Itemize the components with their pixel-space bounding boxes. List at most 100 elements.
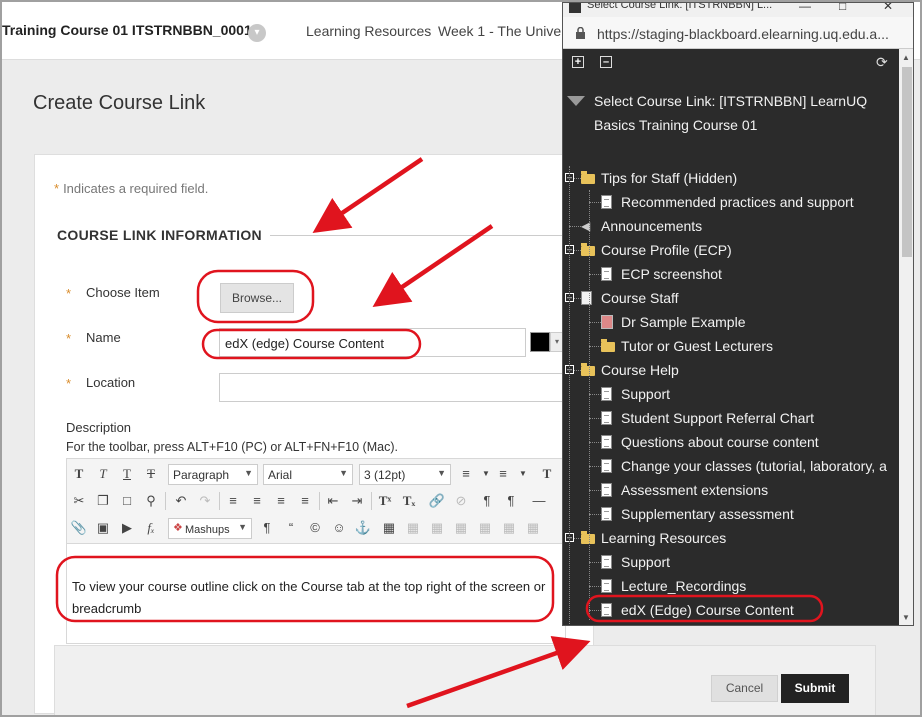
table-icon[interactable]: ▦: [379, 517, 399, 539]
ltr-icon[interactable]: ¶: [477, 490, 497, 512]
numbered-list-icon[interactable]: ≡: [493, 463, 513, 485]
cut-icon[interactable]: ✂: [69, 490, 89, 512]
align-center-icon[interactable]: ≡: [247, 490, 267, 512]
subscript-icon[interactable]: Tₓ: [399, 490, 419, 512]
folder-icon: [581, 243, 595, 256]
tree-item-label: Tips for Staff (Hidden): [601, 170, 738, 186]
tree-item-label: Announcements: [601, 218, 703, 234]
undo-icon[interactable]: ↶: [171, 490, 191, 512]
chevron-down-icon: ▼: [339, 468, 348, 478]
popup-url[interactable]: https://staging-blackboard.elearning.uq.…: [597, 26, 889, 42]
popup-address-bar: https://staging-blackboard.elearning.uq.…: [563, 17, 913, 49]
tree-item-label: Change your classes (tutorial, laborator…: [621, 458, 887, 474]
chevron-down-icon[interactable]: ▼: [513, 463, 533, 485]
copy-icon[interactable]: ❐: [93, 490, 113, 512]
redo-icon[interactable]: ↷: [195, 490, 215, 512]
mashups-label: Mashups: [185, 524, 230, 536]
toolbar-hint: For the toolbar, press ALT+F10 (PC) or A…: [66, 440, 398, 454]
document-icon: [601, 387, 612, 401]
tree-heading: Select Course Link: [ITSTRNBBN] LearnUQ …: [594, 93, 868, 133]
media-icon[interactable]: ▶: [117, 517, 137, 539]
document-icon: [601, 459, 612, 473]
tree-tools: + – ⟳: [563, 49, 899, 77]
maximize-icon[interactable]: □: [839, 3, 846, 13]
person-icon: [601, 315, 613, 329]
rtl-icon[interactable]: ¶: [501, 490, 521, 512]
emoticon-icon[interactable]: ☺: [329, 517, 349, 539]
breadcrumb-week-1[interactable]: Week 1 - The Univers: [438, 23, 573, 39]
minimize-icon[interactable]: —: [799, 3, 811, 13]
attach-icon[interactable]: 📎: [69, 517, 89, 539]
tree-item-label: Course Help: [601, 362, 679, 378]
refresh-icon[interactable]: ⟳: [876, 54, 888, 71]
location-input[interactable]: [219, 373, 564, 402]
formula-icon[interactable]: fₓ: [141, 517, 161, 539]
table-row-icon[interactable]: ▦: [403, 517, 423, 539]
align-left-icon[interactable]: ≡: [223, 490, 243, 512]
collapse-triangle-icon[interactable]: [567, 96, 585, 106]
close-icon[interactable]: ✕: [883, 3, 893, 13]
format-select-value: Paragraph: [173, 468, 230, 482]
course-title[interactable]: Training Course 01 ITSTRNBBN_0001: [2, 22, 252, 38]
indent-icon[interactable]: ⇥: [347, 490, 367, 512]
table-cell-icon[interactable]: ▦: [451, 517, 471, 539]
table-merge-icon[interactable]: ▦: [475, 517, 495, 539]
popup-scrollbar[interactable]: ▲ ▼: [899, 49, 913, 625]
paragraph-mark-icon[interactable]: ¶: [257, 517, 277, 539]
location-label: Location: [86, 375, 136, 390]
required-star-icon: *: [66, 331, 72, 346]
expand-all-icon[interactable]: +: [572, 56, 584, 68]
cancel-button[interactable]: Cancel: [711, 675, 778, 702]
bullet-list-icon[interactable]: ≡: [456, 463, 476, 485]
blockquote-icon[interactable]: “: [281, 517, 301, 539]
bold-icon[interactable]: T: [69, 463, 89, 485]
search-icon[interactable]: ⚲: [141, 490, 161, 512]
text-color-swatch[interactable]: [530, 332, 550, 352]
scroll-down-icon[interactable]: ▼: [902, 613, 910, 622]
required-note: * Indicates a required field.: [54, 181, 208, 196]
name-input[interactable]: edX (edge) Course Content: [219, 328, 526, 357]
unlink-icon[interactable]: ⊘: [451, 490, 471, 512]
text-format-icon[interactable]: T: [537, 463, 557, 485]
copyright-icon[interactable]: ©: [305, 517, 325, 539]
submit-button[interactable]: Submit: [781, 674, 849, 703]
image-icon[interactable]: ▣: [93, 517, 113, 539]
size-select[interactable]: 3 (12pt) ▼: [359, 464, 451, 485]
table-delete-icon[interactable]: ▦: [523, 517, 543, 539]
tree-connector: [569, 226, 581, 227]
tree-item-label: Supplementary assessment: [621, 506, 794, 522]
strikethrough-icon[interactable]: T: [141, 463, 161, 485]
font-select[interactable]: Arial ▼: [263, 464, 353, 485]
breadcrumb-learning-resources[interactable]: Learning Resources: [306, 23, 431, 39]
justify-icon[interactable]: ≡: [295, 490, 315, 512]
link-icon[interactable]: 🔗: [427, 490, 447, 512]
section-divider: [270, 235, 570, 236]
editor-toolbar: T T T T Paragraph ▼ Arial ▼ 3 (12pt) ▼ ≡ ▼ …: [66, 458, 566, 544]
underline-icon[interactable]: T: [117, 463, 137, 485]
anchor-icon[interactable]: ⚓: [353, 517, 373, 539]
italic-icon[interactable]: T: [93, 463, 113, 485]
collapse-all-icon[interactable]: –: [600, 56, 612, 68]
scrollbar-thumb[interactable]: [902, 67, 912, 257]
format-select[interactable]: Paragraph ▼: [168, 464, 258, 485]
browse-button[interactable]: Browse...: [220, 283, 294, 313]
folder-icon: [601, 339, 615, 352]
outdent-icon[interactable]: ⇤: [323, 490, 343, 512]
scroll-up-icon[interactable]: ▲: [902, 53, 910, 62]
horizontal-rule-icon[interactable]: —: [529, 490, 549, 512]
editor-content[interactable]: To view your course outline click on the…: [72, 576, 562, 620]
mashups-select[interactable]: ❖ Mashups ▼: [168, 518, 252, 539]
document-icon: [601, 507, 612, 521]
superscript-icon[interactable]: Tˣ: [375, 490, 395, 512]
document-icon: [601, 435, 612, 449]
tree-connector: [589, 442, 601, 443]
tree-connector: [589, 418, 601, 419]
chevron-down-icon[interactable]: ▾: [248, 24, 266, 42]
paste-icon[interactable]: □: [117, 490, 137, 512]
table-col-icon[interactable]: ▦: [427, 517, 447, 539]
required-star-icon: *: [66, 376, 72, 391]
align-right-icon[interactable]: ≡: [271, 490, 291, 512]
table-split-icon[interactable]: ▦: [499, 517, 519, 539]
tree-item-label: Student Support Referral Chart: [621, 410, 814, 426]
megaphone-icon: ◀: [581, 219, 591, 233]
